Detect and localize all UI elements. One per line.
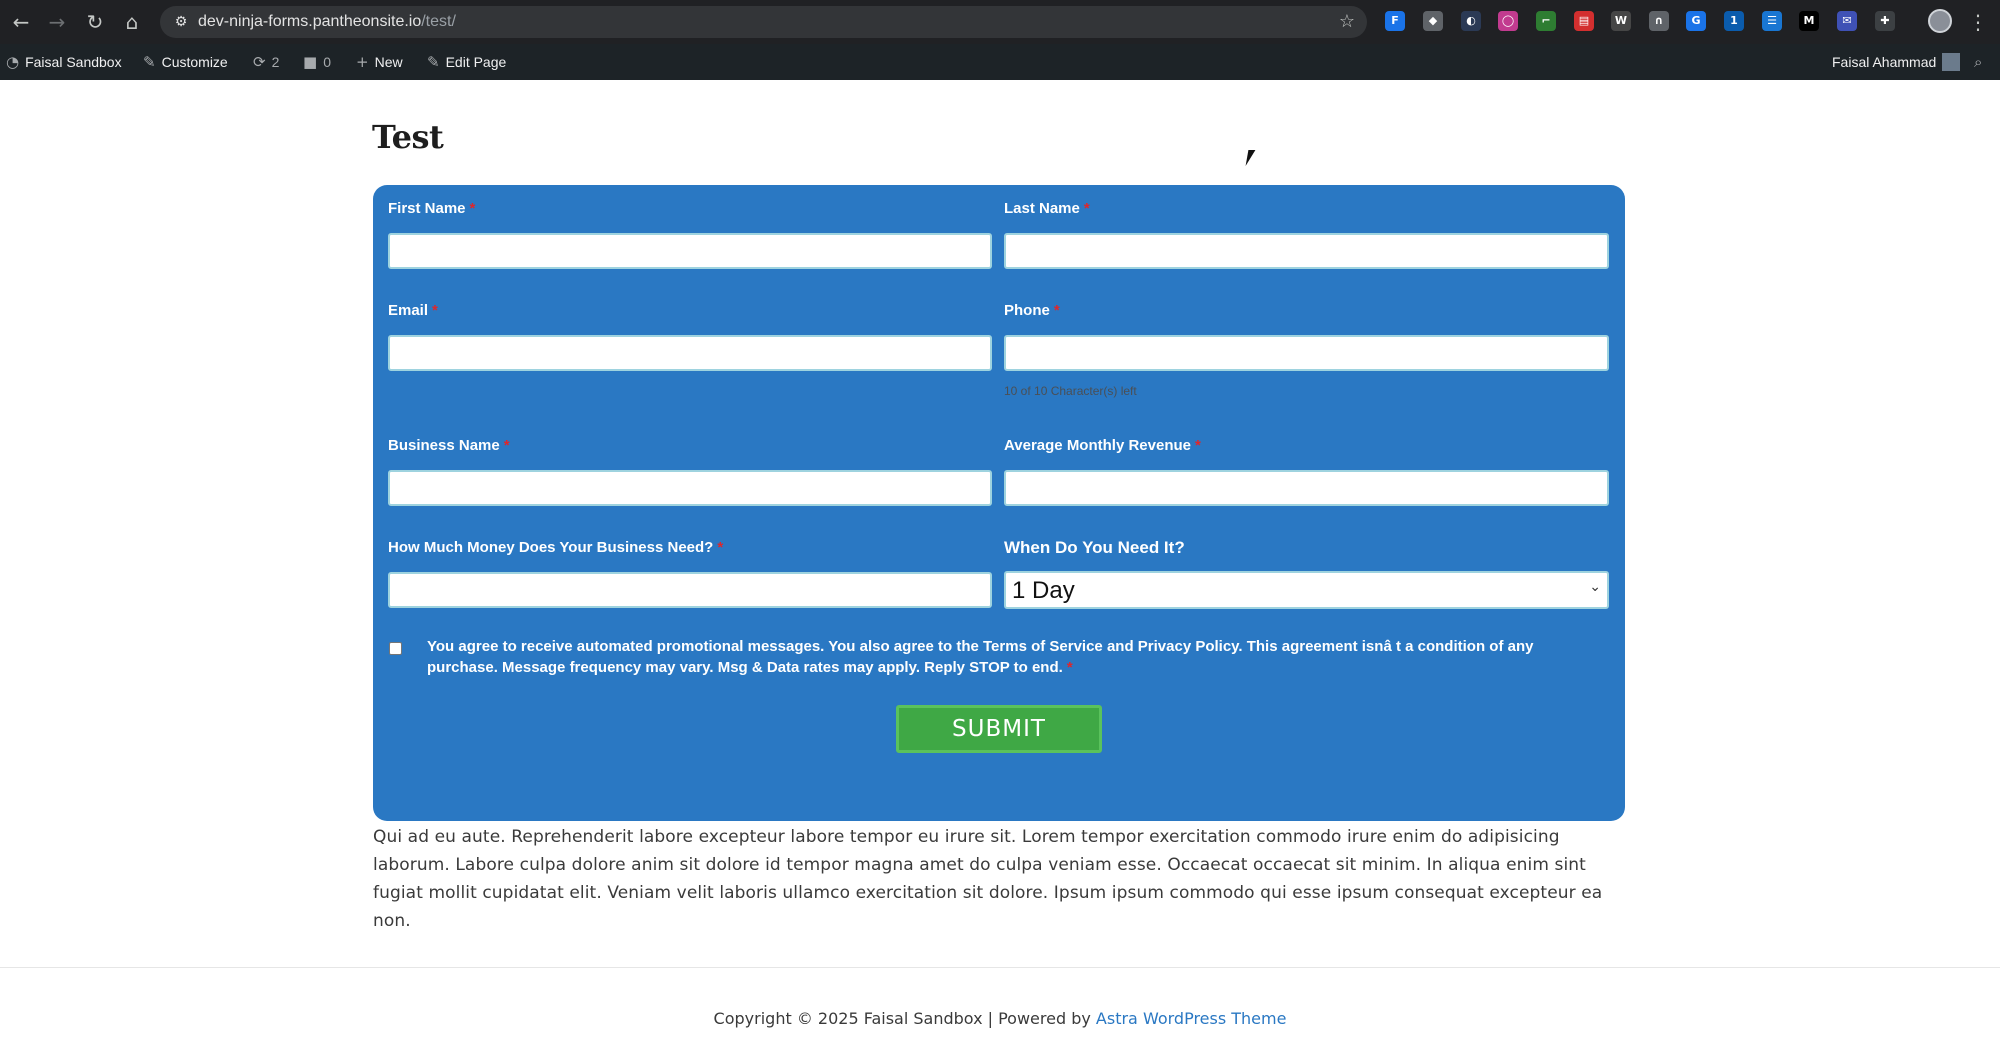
edit-page-link[interactable]: ✎ Edit Page <box>427 44 506 80</box>
ring-extension-icon[interactable]: ◯ <box>1498 11 1518 31</box>
updates-count: 2 <box>271 54 280 70</box>
puzzle-extensions-icon[interactable]: ✚ <box>1875 11 1895 31</box>
medium-extension-icon[interactable]: M <box>1799 11 1819 31</box>
required-asterisk: * <box>503 437 510 454</box>
url-text[interactable]: dev-ninja-forms.pantheonsite.io/test/ <box>198 13 456 31</box>
content-paragraph: Qui ad eu aute. Reprehenderit labore exc… <box>373 827 1603 931</box>
submit-button[interactable]: SUBMIT <box>896 705 1102 753</box>
revenue-field[interactable] <box>1004 470 1609 506</box>
first-name-input[interactable] <box>390 235 990 267</box>
plus-icon: + <box>356 53 369 71</box>
dashboard-gauge-icon: ◔ <box>6 53 20 71</box>
last-name-input[interactable] <box>1006 235 1607 267</box>
form-extension-icon[interactable]: ☰ <box>1762 11 1782 31</box>
user-avatar <box>1942 53 1961 71</box>
url-path: /test/ <box>421 13 456 30</box>
paintbrush-icon: ✎ <box>143 53 156 71</box>
email-input[interactable] <box>390 337 990 369</box>
phone-label: Phone * <box>1004 302 1060 319</box>
required-asterisk: * <box>1195 437 1201 454</box>
last-name-label: Last Name * <box>1004 200 1090 217</box>
wp-admin-bar: ◔ Faisal Sandbox ✎ Customize ⟳ 2 ■ 0 + New ✎ E… <box>0 44 2000 80</box>
updates-icon: ⟳ <box>253 53 266 71</box>
email-label: Email * <box>388 302 438 319</box>
copyright-text: Copyright © 2025 Faisal Sandbox | Powere… <box>713 1009 1096 1028</box>
when-needed-selected-value: 1 Day <box>1012 577 1075 604</box>
chevron-down-icon: ⌄ <box>1589 579 1601 595</box>
comment-icon: ■ <box>303 53 318 71</box>
phone-field[interactable] <box>1004 335 1609 371</box>
required-asterisk: * <box>432 302 438 319</box>
admin-search-icon[interactable]: ⌕ <box>1974 44 1988 80</box>
bookmark-star-icon[interactable]: ☆ <box>1339 10 1355 34</box>
translate-extension-icon[interactable]: G <box>1686 11 1706 31</box>
required-asterisk: * <box>469 200 476 217</box>
revenue-label: Average Monthly Revenue * <box>1004 437 1201 454</box>
consent-checkbox[interactable] <box>389 642 402 655</box>
table-extension-icon[interactable]: ▤ <box>1574 11 1594 31</box>
revenue-input[interactable] <box>1006 472 1607 504</box>
required-asterisk: * <box>717 539 724 556</box>
shield-extension-icon[interactable]: ◆ <box>1423 11 1443 31</box>
required-asterisk: * <box>1066 659 1073 676</box>
site-info-icon[interactable]: ⚙ <box>170 11 192 33</box>
required-asterisk: * <box>1083 200 1090 217</box>
user-account-link[interactable]: Faisal Ahammad <box>1832 44 1961 80</box>
home-icon[interactable]: ⌂ <box>119 9 145 35</box>
leaf-extension-icon[interactable]: ⌐ <box>1536 11 1556 31</box>
user-name: Faisal Ahammad <box>1832 54 1937 70</box>
required-asterisk: * <box>1053 302 1060 319</box>
moon-extension-icon[interactable]: ◐ <box>1461 11 1481 31</box>
first-name-field[interactable] <box>388 233 992 269</box>
onepassword-extension-icon[interactable]: 1 <box>1724 11 1744 31</box>
business-name-input[interactable] <box>390 472 990 504</box>
business-name-field[interactable] <box>388 470 992 506</box>
theme-link[interactable]: Astra WordPress Theme <box>1096 1009 1287 1028</box>
url-host: dev-ninja-forms.pantheonsite.io <box>198 13 422 30</box>
forward-arrow-icon[interactable]: → <box>44 9 70 35</box>
money-needed-input[interactable] <box>390 574 990 606</box>
when-needed-label: When Do You Need It? <box>1004 538 1185 557</box>
browser-menu-icon[interactable]: ⋮ <box>1968 9 1988 35</box>
email-field[interactable] <box>388 335 992 371</box>
updates-link[interactable]: ⟳ 2 <box>253 44 279 80</box>
site-name-link[interactable]: ◔ Faisal Sandbox <box>6 44 122 80</box>
profile-avatar-icon[interactable] <box>1928 9 1952 33</box>
comments-count: 0 <box>323 54 331 70</box>
edit-page-label: Edit Page <box>445 54 507 70</box>
flow-extension-icon[interactable]: F <box>1385 11 1405 31</box>
when-needed-select[interactable]: 1 Day ⌄ <box>1004 571 1609 609</box>
back-arrow-icon[interactable]: ← <box>8 9 34 35</box>
consent-text: You agree to receive automated promotion… <box>427 638 1534 676</box>
arc-extension-icon[interactable]: ∩ <box>1649 11 1669 31</box>
new-content-link[interactable]: + New <box>356 44 403 80</box>
page-title: Test <box>372 118 444 156</box>
browser-toolbar: ← → ↻ ⌂ ⚙ dev-ninja-forms.pantheonsite.i… <box>0 0 2000 44</box>
site-name: Faisal Sandbox <box>25 54 122 70</box>
last-name-field[interactable] <box>1004 233 1609 269</box>
consent-label: You agree to receive automated promotion… <box>427 636 1597 678</box>
wordpress-extension-icon[interactable]: W <box>1611 11 1631 31</box>
customize-link[interactable]: ✎ Customize <box>143 44 228 80</box>
new-label: New <box>374 54 403 70</box>
money-needed-label: How Much Money Does Your Business Need? * <box>388 539 724 556</box>
phone-char-counter: 10 of 10 Character(s) left <box>1004 384 1137 398</box>
mail-extension-icon[interactable]: ✉ <box>1837 11 1857 31</box>
comments-link[interactable]: ■ 0 <box>303 44 331 80</box>
customize-label: Customize <box>161 54 228 70</box>
first-name-label: First Name * <box>388 200 476 217</box>
reload-icon[interactable]: ↻ <box>82 9 108 35</box>
business-name-label: Business Name * <box>388 437 510 454</box>
address-bar[interactable]: ⚙ dev-ninja-forms.pantheonsite.io/test/ … <box>160 6 1367 38</box>
site-footer: Copyright © 2025 Faisal Sandbox | Powere… <box>0 1009 2000 1028</box>
money-needed-field[interactable] <box>388 572 992 608</box>
pencil-icon: ✎ <box>427 53 440 71</box>
mouse-cursor-icon <box>1245 150 1256 166</box>
footer-divider <box>0 967 2000 968</box>
phone-input[interactable] <box>1006 337 1607 369</box>
